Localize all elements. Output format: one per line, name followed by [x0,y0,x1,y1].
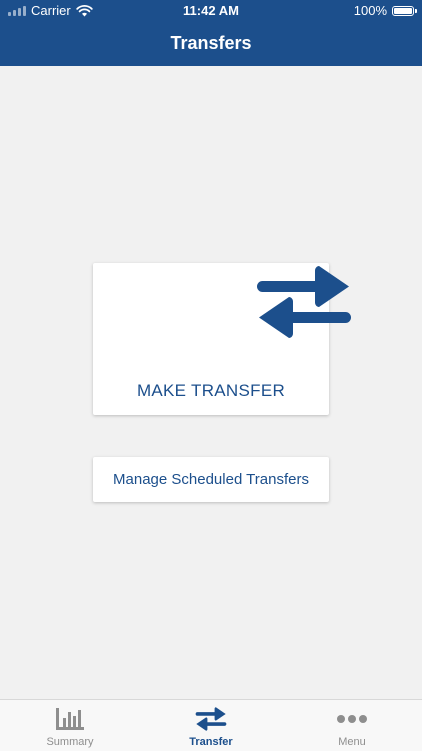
bar-chart-icon [56,708,84,730]
status-bar: Carrier 11:42 AM 100% [0,0,422,22]
tab-summary-label: Summary [46,736,94,748]
make-transfer-button[interactable]: MAKE TRANSFER [93,263,351,415]
manage-scheduled-transfers-button[interactable]: Manage Scheduled Transfers [93,457,329,502]
manage-scheduled-transfers-label: Manage Scheduled Transfers [113,471,309,488]
tab-menu[interactable]: Menu [282,700,422,751]
tab-transfer[interactable]: Transfer [141,700,281,751]
transfer-arrows-icon [257,266,351,338]
app-header: Carrier 11:42 AM 100% Transfers [0,0,422,66]
tab-menu-label: Menu [338,736,366,748]
make-transfer-label: MAKE TRANSFER [136,381,286,400]
status-right: 100% [353,3,417,18]
battery-percent: 100% [353,3,387,18]
page-title: Transfers [170,33,252,53]
more-dots-icon [337,715,367,723]
tab-transfer-label: Transfer [189,736,233,748]
tab-summary[interactable]: Summary [0,700,140,751]
transfer-arrows-icon [195,707,227,731]
battery-icon [392,5,417,16]
tab-bar: Summary Transfer Menu [0,699,422,751]
